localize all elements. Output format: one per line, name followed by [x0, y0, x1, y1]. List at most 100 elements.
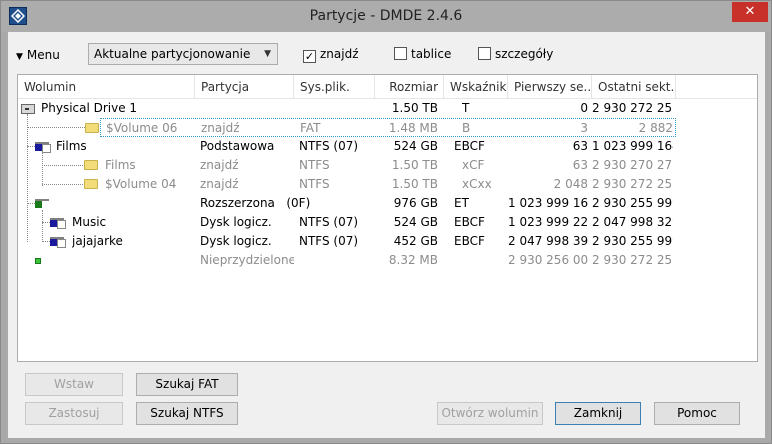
close-button[interactable]: Zamknij	[555, 402, 641, 425]
column-header-size[interactable]: Rozmiar	[375, 75, 444, 99]
cell-first-sector: 63	[572, 139, 588, 153]
partition-icon	[35, 142, 51, 153]
title-bar[interactable]: Partycje - DMDE 2.4.6 ✕	[1, 1, 771, 32]
cell-first-sector: 2 047 998 393	[508, 234, 588, 248]
cell-first-sector: 2 930 256 000	[508, 253, 588, 267]
table-row[interactable]: Physical Drive 1 1.50 TB T 0 2 930 272 2…	[18, 99, 757, 118]
close-window-button[interactable]: ✕	[732, 2, 768, 22]
cell-filesystem: NTFS	[299, 158, 330, 172]
cell-flags: EBCF	[454, 234, 485, 248]
column-header-filesystem[interactable]: Sys.plik.	[294, 75, 375, 99]
cell-volume: $Volume 04	[105, 177, 177, 191]
search-fat-button[interactable]: Szukaj FAT	[136, 373, 238, 396]
cell-partition: Rozszerzona (0F)	[200, 196, 311, 210]
cell-first-sector: 63	[572, 158, 588, 172]
dialog-window: Partycje - DMDE 2.4.6 ✕ ▼ Menu Aktualne p…	[0, 0, 772, 444]
cell-first-sector: 0	[580, 101, 588, 115]
insert-button[interactable]: Wstaw	[25, 373, 123, 396]
cell-partition: znajdź	[200, 158, 239, 172]
cell-volume: Music	[72, 215, 107, 229]
cell-flags: EBCF	[454, 215, 485, 229]
cell-volume	[56, 194, 191, 213]
cell-flags: xCxx	[462, 177, 492, 191]
menu-label: Menu	[26, 48, 60, 62]
cell-flags: xCF	[462, 158, 485, 172]
table-row[interactable]: Rozszerzona (0F) 976 GB ET 1 023 999 165…	[18, 194, 757, 213]
cell-size: 1.50 TB	[391, 101, 438, 115]
cell-volume: Films	[105, 158, 136, 172]
cell-flags: EBCF	[454, 139, 485, 153]
view-mode-select[interactable]: Aktualne partycjonowanie ▼	[88, 43, 278, 65]
close-icon: ✕	[744, 4, 756, 19]
table-row[interactable]: Films Podstawowa NTFS (07) 524 GB EBCF 6…	[18, 137, 757, 156]
find-checkbox-box[interactable]: ✓	[303, 50, 316, 63]
cell-volume: Physical Drive 1	[41, 101, 138, 115]
unallocated-icon	[35, 258, 41, 264]
cell-filesystem: NTFS (07)	[299, 139, 359, 153]
chevron-down-icon: ▼	[264, 49, 271, 59]
folder-icon	[84, 179, 98, 189]
cell-filesystem: FAT	[300, 121, 321, 135]
column-header-flags[interactable]: Wskaźniki	[444, 75, 508, 99]
tables-checkbox[interactable]: tablice	[394, 47, 451, 63]
cell-partition: Nieprzydzielone	[200, 253, 294, 267]
cell-first-sector: 2 048	[553, 177, 588, 191]
cell-last-sector: 2 930 270 270	[592, 158, 673, 172]
cell-size: 524 GB	[393, 139, 438, 153]
cell-flags: B	[462, 121, 471, 135]
open-volume-button[interactable]: Otwórz wolumin	[437, 402, 543, 425]
apply-button[interactable]: Zastosuj	[25, 402, 123, 425]
folder-icon	[84, 160, 98, 170]
tree-line	[27, 127, 89, 128]
find-checkbox[interactable]: ✓ znajdź	[303, 47, 359, 63]
column-header-partition[interactable]: Partycja	[195, 75, 294, 99]
cell-size: 524 GB	[393, 215, 438, 229]
tables-checkbox-box[interactable]	[394, 47, 407, 60]
search-ntfs-button[interactable]: Szukaj NTFS	[136, 402, 238, 425]
cell-partition: znajdź	[200, 177, 239, 191]
window-title: Partycje - DMDE 2.4.6	[309, 8, 463, 24]
cell-flags: ET	[454, 196, 469, 210]
cell-last-sector: 1 023 999 164	[592, 139, 673, 153]
view-mode-value: Aktualne partycjonowanie	[94, 47, 251, 61]
details-checkbox[interactable]: szczegóły	[478, 47, 553, 63]
cell-first-sector: 1 023 999 228	[508, 215, 588, 229]
list-header: Wolumin Partycja Sys.plik. Rozmiar Wskaź…	[18, 75, 757, 99]
tables-checkbox-label: tablice	[411, 47, 452, 61]
partition-icon	[50, 218, 66, 229]
details-checkbox-label: szczegóły	[495, 47, 554, 61]
cell-last-sector: 2 930 272 255	[592, 101, 673, 115]
cell-filesystem: NTFS	[299, 177, 330, 191]
table-row[interactable]: $Volume 04 znajdź NTFS 1.50 TB xCxx 2 04…	[18, 175, 757, 194]
cell-last-sector: 2 930 272 255	[592, 177, 673, 191]
column-header-last-sector[interactable]: Ostatni sekt...	[592, 75, 676, 99]
cell-last-sector: 2 930 255 999	[592, 196, 673, 210]
cell-first-sector: 1 023 999 165	[508, 196, 588, 210]
table-row-selected[interactable]: $Volume 06 znajdź FAT 1.48 MB B 3 2 882	[85, 118, 676, 137]
cell-last-sector: 2 047 998 329	[592, 215, 673, 229]
details-checkbox-box[interactable]	[478, 47, 491, 60]
menu-arrow-icon: ▼	[16, 52, 23, 62]
cell-size: 976 GB	[393, 196, 438, 210]
folder-icon	[85, 123, 99, 133]
cell-partition: Dysk logicz.	[200, 215, 272, 229]
column-header-first-sector[interactable]: Pierwszy se...	[508, 75, 592, 99]
cell-last-sector: 2 930 272 255	[592, 253, 673, 267]
cell-filesystem: NTFS (07)	[299, 215, 359, 229]
column-header-volume[interactable]: Wolumin	[18, 75, 195, 99]
cell-flags: T	[462, 101, 470, 115]
cell-last-sector: 2 882	[638, 121, 673, 135]
cell-size: 1.48 MB	[388, 121, 438, 135]
partition-list[interactable]: Wolumin Partycja Sys.plik. Rozmiar Wskaź…	[17, 74, 758, 362]
cell-partition: Podstawowa	[200, 139, 275, 153]
table-row[interactable]: Music Dysk logicz. NTFS (07) 524 GB EBCF…	[18, 213, 757, 232]
extended-partition-icon	[35, 199, 49, 209]
menu-button[interactable]: ▼ Menu	[16, 46, 60, 64]
table-row[interactable]: Nieprzydzielone 8.32 MB 2 930 256 000 2 …	[18, 251, 757, 270]
cell-volume: jajajarke	[72, 234, 123, 248]
cell-volume: $Volume 06	[106, 121, 178, 135]
cell-first-sector: 3	[580, 121, 588, 135]
table-row[interactable]: jajajarke Dysk logicz. NTFS (07) 452 GB …	[18, 232, 757, 251]
table-row[interactable]: Films znajdź NTFS 1.50 TB xCF 63 2 930 2…	[18, 156, 757, 175]
help-button[interactable]: Pomoc	[654, 402, 740, 425]
